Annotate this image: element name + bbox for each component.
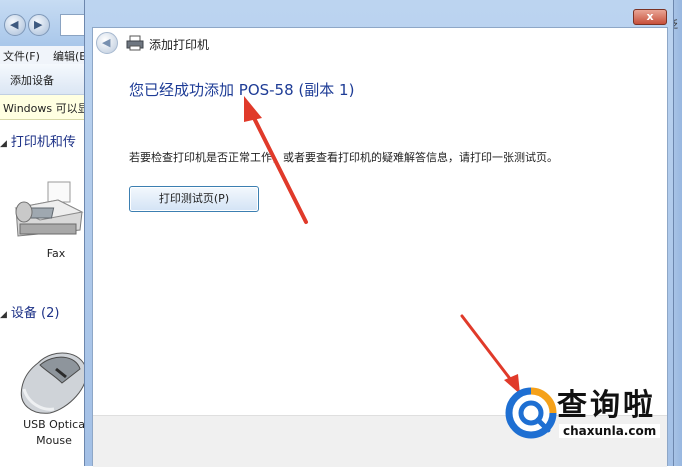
watermark-logo: 查询啦 chaxunla.com bbox=[498, 378, 674, 448]
logo-domain-text: chaxunla.com bbox=[559, 424, 661, 438]
explorer-back-button[interactable]: ◀ bbox=[4, 14, 26, 36]
menu-file[interactable]: 文件(F) bbox=[3, 48, 40, 64]
fax-icon[interactable] bbox=[10, 178, 86, 240]
collapse-triangle-icon: ◢ bbox=[0, 139, 7, 149]
explorer-forward-button[interactable]: ▶ bbox=[28, 14, 50, 36]
close-button[interactable]: x bbox=[633, 9, 667, 25]
printer-icon bbox=[126, 35, 144, 51]
group-printers-label: 打印机和传 bbox=[10, 135, 76, 150]
close-icon: x bbox=[646, 10, 654, 23]
print-test-page-button[interactable]: 打印测试页(P) bbox=[129, 186, 259, 212]
success-heading: 您已经成功添加 POS-58 (副本 1) bbox=[129, 81, 355, 99]
forward-arrow-icon: ▶ bbox=[34, 18, 43, 31]
device-mouse-label-line2: Mouse bbox=[36, 434, 72, 447]
group-devices-header[interactable]: ◢ 设备 (2) bbox=[0, 302, 59, 321]
group-printers-header[interactable]: ◢ 打印机和传 bbox=[0, 131, 76, 150]
mouse-icon[interactable] bbox=[10, 345, 90, 415]
menu-edit[interactable]: 编辑(E bbox=[53, 48, 86, 64]
logo-brand-text: 查询啦 bbox=[557, 388, 656, 423]
collapse-triangle-icon: ◢ bbox=[0, 310, 7, 320]
device-mouse-label-line1: USB Optica bbox=[23, 418, 85, 431]
wizard-back-button[interactable]: ◀ bbox=[96, 32, 118, 54]
group-devices-label: 设备 (2) bbox=[10, 306, 60, 321]
add-device-button[interactable]: 添加设备 bbox=[10, 72, 54, 88]
back-arrow-icon: ◀ bbox=[102, 36, 111, 49]
device-fax-label: Fax bbox=[46, 247, 66, 260]
dialog-header: ◀ 添加打印机 bbox=[93, 28, 667, 58]
info-bar-text: Windows 可以显 bbox=[3, 102, 89, 115]
test-page-description: 若要检查打印机是否正常工作，或者要查看打印机的疑难解答信息，请打印一张测试页。 bbox=[129, 151, 558, 164]
logo-magnifier-icon bbox=[505, 387, 557, 439]
dialog-title: 添加打印机 bbox=[149, 38, 210, 52]
back-arrow-icon: ◀ bbox=[10, 18, 19, 31]
